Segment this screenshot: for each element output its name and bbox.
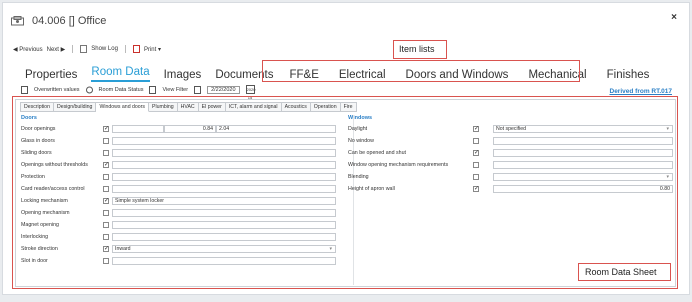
nav-divider [72, 45, 74, 53]
view-filter-button[interactable]: View Filter [162, 87, 188, 93]
next-button[interactable]: Next ▶ [47, 46, 66, 53]
calendar-icon[interactable]: 2020 15 [245, 85, 255, 100]
nav-divider [124, 45, 126, 53]
view-filter-icon [149, 85, 157, 94]
derived-from-link[interactable]: Derived from RT.017 [610, 88, 673, 95]
nav-bar: ◀ Previous Next ▶ Show Log Print ▾ [13, 45, 161, 53]
item-lists-label: Item lists [396, 43, 438, 55]
room-data-status-button[interactable]: Room Data Status [99, 87, 144, 93]
print-button[interactable]: Print ▾ [144, 46, 161, 53]
date-field[interactable]: 2/22/2020 [207, 85, 240, 94]
page-title: 04.006 [] Office [32, 15, 107, 27]
room-data-status-icon [85, 86, 93, 93]
tab-room-data[interactable]: Room Data [91, 65, 150, 82]
overwritten-values-button[interactable]: Overwritten values [34, 87, 80, 93]
room-window: 04.006 [] Office × ◀ Previous Next ▶ Sho… [2, 2, 690, 295]
toolbar: Overwritten values Room Data Status View… [21, 85, 255, 100]
item-lists-highlight [262, 60, 580, 82]
print-icon [132, 45, 140, 53]
tab-finishes[interactable]: Finishes [607, 68, 650, 82]
date-icon [194, 85, 202, 94]
room-icon [11, 16, 24, 26]
title-row: 04.006 [] Office [11, 15, 106, 27]
log-icon [80, 45, 88, 53]
room-data-sheet-label: Room Data Sheet [582, 266, 660, 278]
tab-properties[interactable]: Properties [25, 68, 77, 82]
overwritten-values-icon [21, 85, 28, 94]
close-icon[interactable]: × [671, 12, 677, 23]
room-data-sheet-highlight [12, 96, 678, 289]
previous-button[interactable]: ◀ Previous [13, 46, 43, 53]
show-log-button[interactable]: Show Log [91, 46, 118, 52]
tab-images[interactable]: Images [164, 68, 202, 82]
